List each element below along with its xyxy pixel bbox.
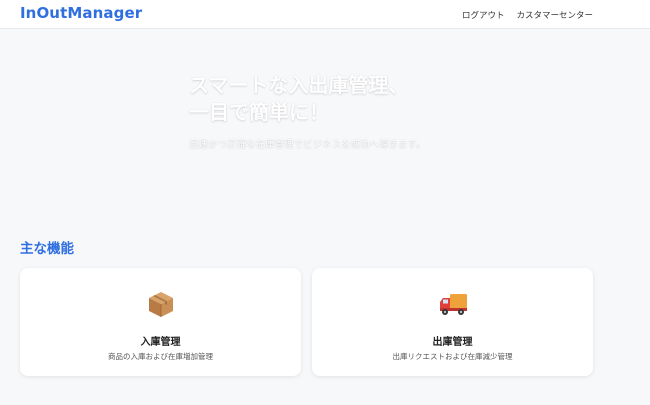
logout-link[interactable]: ログアウト xyxy=(462,9,505,21)
customer-center-link[interactable]: カスタマーセンター xyxy=(516,9,593,21)
feature-card-title: 入庫管理 xyxy=(140,337,181,348)
header-nav: ログアウト カスタマーセンター xyxy=(462,9,593,21)
features-section-title: 主な機能 xyxy=(20,241,74,257)
hero-title: スマートな入出庫管理、 一目で簡単に！ xyxy=(189,72,489,126)
delivery-truck-icon xyxy=(312,290,593,318)
hero-section: スマートな入出庫管理、 一目で簡単に！ 迅速かつ正確な在庫管理でビジネスを成功へ… xyxy=(189,72,489,150)
hero-subtitle: 迅速かつ正確な在庫管理でビジネスを成功へ導きます。 xyxy=(189,139,426,150)
top-header: InOutManager ログアウト カスタマーセンター xyxy=(0,0,650,29)
hero-title-line-1: スマートな入出庫管理、 xyxy=(189,73,409,97)
feature-card-inbound[interactable]: 入庫管理 商品の入庫および在庫増加管理 xyxy=(20,268,301,376)
feature-card-description: 出庫リクエストおよび在庫減少管理 xyxy=(392,352,513,361)
feature-card-title: 出庫管理 xyxy=(432,337,473,348)
hero-title-line-2: 一目で簡単に！ xyxy=(189,100,329,124)
package-box-icon xyxy=(20,290,301,318)
feature-card-description: 商品の入庫および在庫増加管理 xyxy=(108,352,213,361)
feature-card-outbound[interactable]: 出庫管理 出庫リクエストおよび在庫減少管理 xyxy=(312,268,593,376)
app-logo[interactable]: InOutManager xyxy=(20,4,142,22)
